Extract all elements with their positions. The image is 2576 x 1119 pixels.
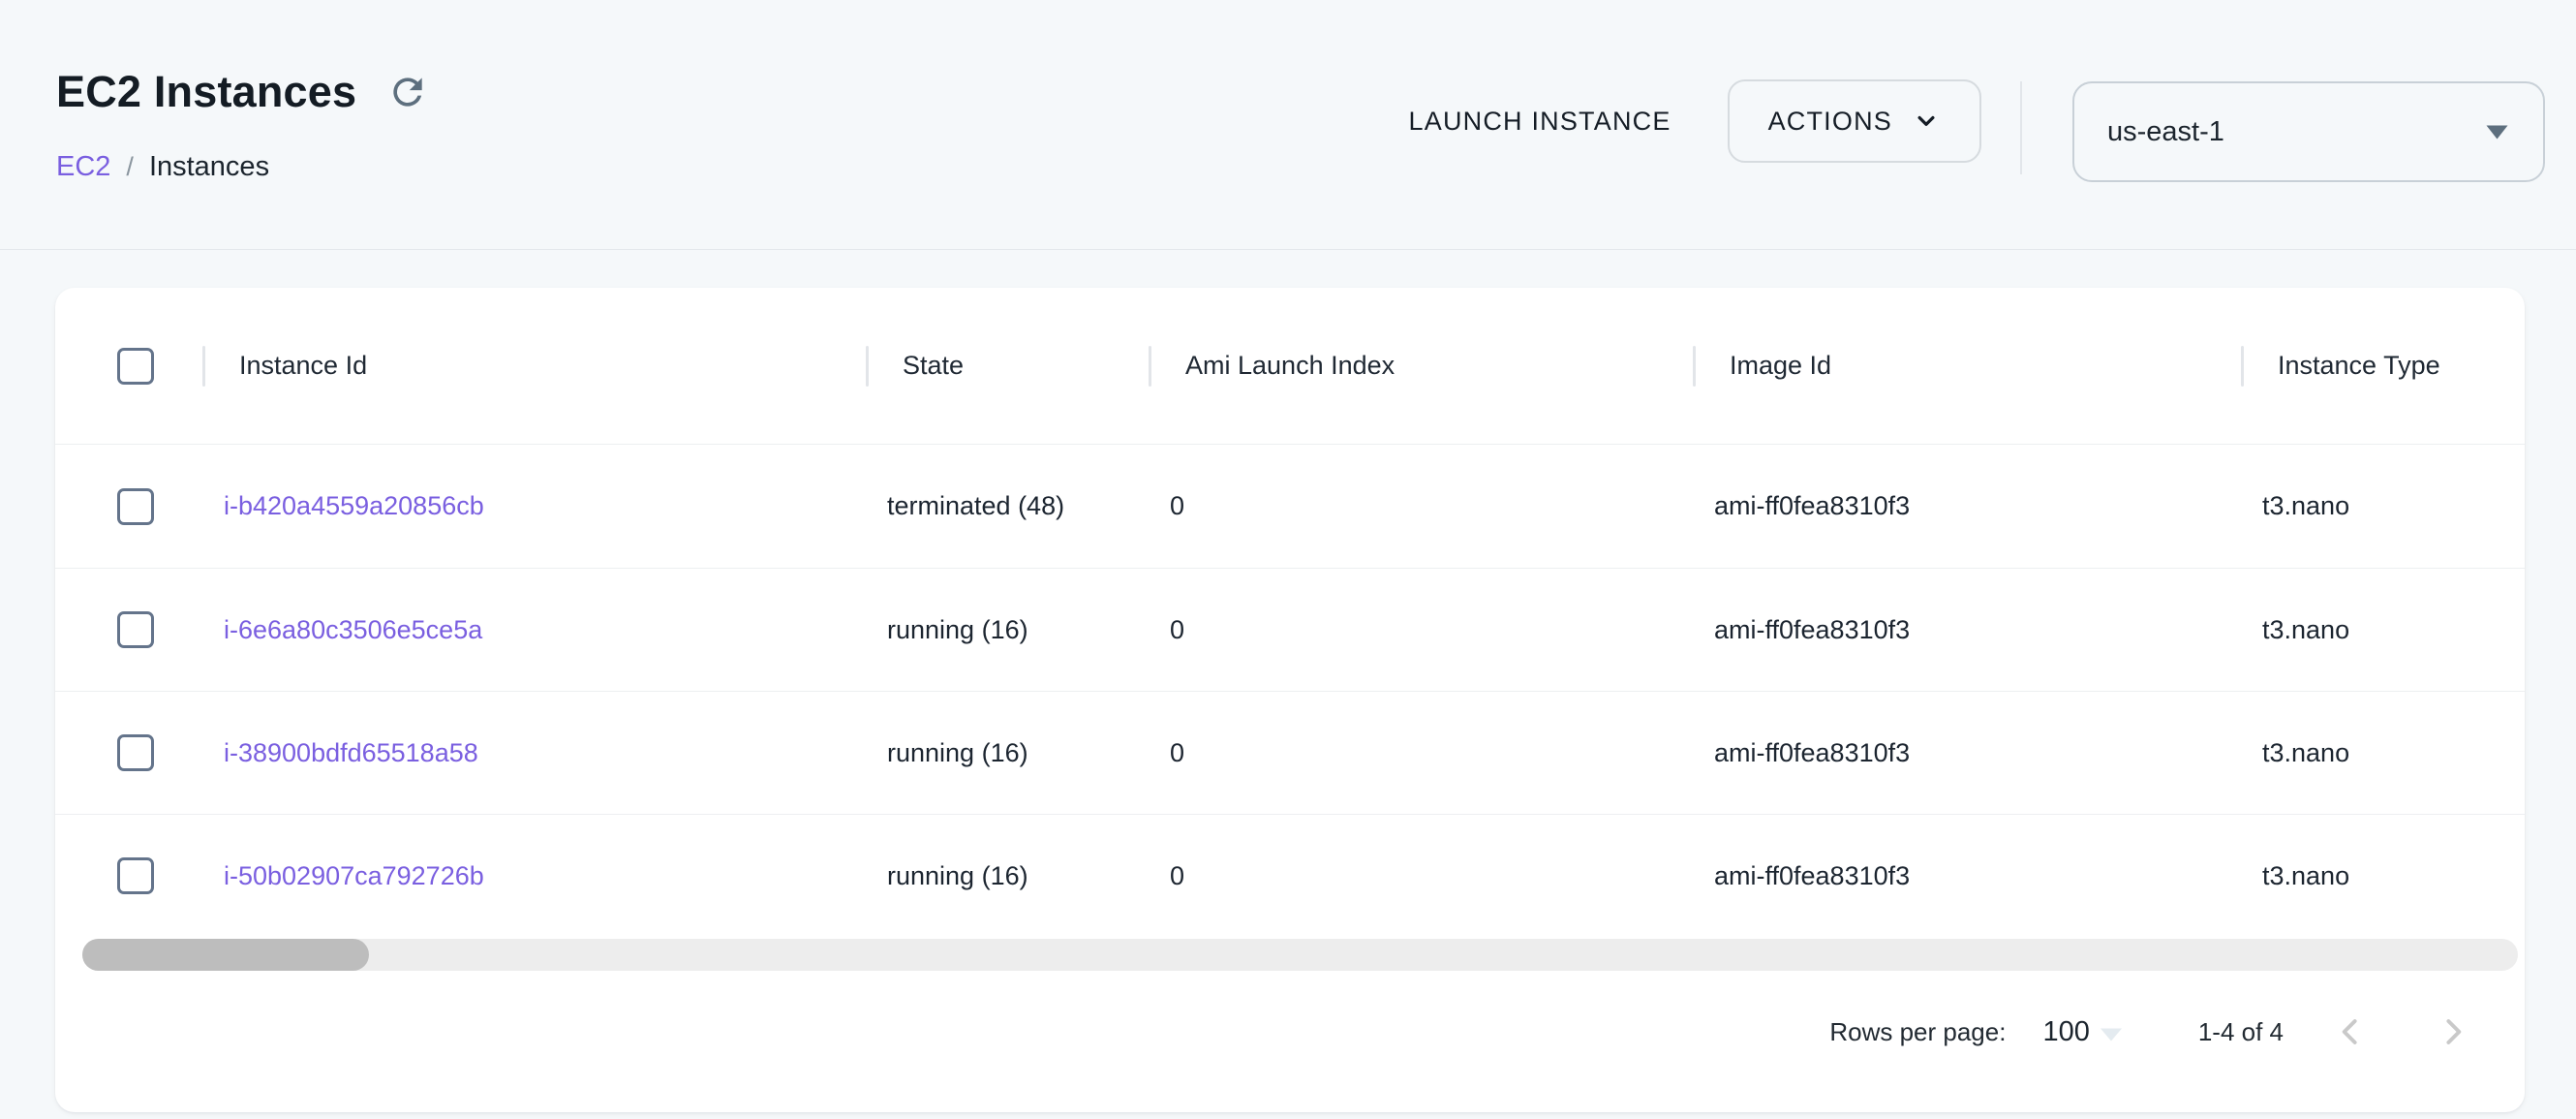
cell-state: terminated (48) (866, 445, 1149, 568)
launch-instance-button[interactable]: LAUNCH INSTANCE (1401, 79, 1679, 163)
region-select[interactable]: us-east-1 (2072, 81, 2545, 182)
table-row: i-6e6a80c3506e5ce5a running (16) 0 ami-f… (55, 568, 2525, 691)
row-select-cell (55, 857, 202, 894)
column-header-label: Instance Type (2278, 351, 2440, 381)
column-header-label: Instance Id (239, 351, 367, 381)
cell-state: running (16) (866, 569, 1149, 691)
column-header-label: Ami Launch Index (1185, 351, 1395, 381)
cell-instance-id: i-38900bdfd65518a58 (202, 692, 866, 814)
table-row: i-b420a4559a20856cb terminated (48) 0 am… (55, 445, 2525, 568)
column-separator[interactable] (202, 346, 205, 387)
column-separator[interactable] (1149, 346, 1151, 387)
column-header-instance-type[interactable]: Instance Type (2241, 288, 2525, 444)
triangle-down-icon (2486, 125, 2508, 140)
actions-button[interactable]: ACTIONS (1728, 79, 1981, 163)
column-header-ami-launch-index[interactable]: Ami Launch Index (1149, 288, 1693, 444)
instance-id-link[interactable]: i-50b02907ca792726b (224, 861, 484, 891)
select-all-cell (55, 348, 202, 385)
rows-per-page-label: Rows per page: (1829, 1017, 2006, 1047)
refresh-icon (386, 71, 429, 113)
cell-instance-id: i-50b02907ca792726b (202, 815, 866, 937)
row-select-cell (55, 734, 202, 771)
header-title-block: EC2 Instances EC2 / Instances (56, 0, 432, 249)
column-header-image-id[interactable]: Image Id (1693, 288, 2241, 444)
row-checkbox[interactable] (117, 734, 154, 771)
triangle-down-icon (2100, 1028, 2123, 1041)
instance-id-link[interactable]: i-38900bdfd65518a58 (224, 738, 478, 768)
select-all-checkbox[interactable] (117, 348, 154, 385)
column-separator[interactable] (2241, 346, 2244, 387)
table-pagination: Rows per page: 100 1-4 of 4 (55, 971, 2525, 1112)
cell-instance-type: t3.nano (2241, 692, 2525, 814)
pagination-range-label: 1-4 of 4 (2198, 1017, 2284, 1047)
ec2-instances-page: EC2 Instances EC2 / Instances LAUNCH INS… (0, 0, 2576, 1119)
table-row: i-50b02907ca792726b running (16) 0 ami-f… (55, 814, 2525, 937)
instance-id-link[interactable]: i-6e6a80c3506e5ce5a (224, 615, 482, 645)
rows-per-page-value: 100 (2042, 1016, 2089, 1048)
cell-instance-type: t3.nano (2241, 445, 2525, 568)
page-title: EC2 Instances (56, 69, 356, 114)
row-checkbox[interactable] (117, 611, 154, 648)
cell-instance-type: t3.nano (2241, 815, 2525, 937)
column-header-instance-id[interactable]: Instance Id (202, 288, 866, 444)
cell-instance-id: i-6e6a80c3506e5ce5a (202, 569, 866, 691)
column-header-state[interactable]: State (866, 288, 1149, 444)
column-header-label: Image Id (1730, 351, 1831, 381)
cell-ami-launch-index: 0 (1149, 692, 1693, 814)
cell-image-id: ami-ff0fea8310f3 (1693, 445, 2241, 568)
cell-state: running (16) (866, 815, 1149, 937)
column-separator[interactable] (866, 346, 869, 387)
breadcrumb: EC2 / Instances (56, 151, 432, 183)
page-header: EC2 Instances EC2 / Instances LAUNCH INS… (0, 0, 2576, 250)
cell-image-id: ami-ff0fea8310f3 (1693, 815, 2241, 937)
cell-state: running (16) (866, 692, 1149, 814)
cell-ami-launch-index: 0 (1149, 815, 1693, 937)
column-header-label: State (903, 351, 964, 381)
row-select-cell (55, 611, 202, 648)
instances-table-card: Instance Id State Ami Launch Index Image… (55, 288, 2525, 1112)
breadcrumb-ec2-link[interactable]: EC2 (56, 151, 110, 183)
table-row: i-38900bdfd65518a58 running (16) 0 ami-f… (55, 691, 2525, 814)
header-toolbar: LAUNCH INSTANCE ACTIONS us-east-1 (1401, 0, 2545, 249)
refresh-button[interactable] (383, 68, 432, 116)
chevron-down-icon (1912, 107, 1941, 136)
previous-page-button[interactable] (2324, 1006, 2377, 1058)
next-page-button[interactable] (2427, 1006, 2479, 1058)
toolbar-divider (2020, 81, 2022, 174)
column-separator[interactable] (1693, 346, 1696, 387)
row-select-cell (55, 488, 202, 525)
breadcrumb-separator: / (126, 152, 134, 182)
instance-id-link[interactable]: i-b420a4559a20856cb (224, 491, 484, 521)
cell-image-id: ami-ff0fea8310f3 (1693, 692, 2241, 814)
row-checkbox[interactable] (117, 857, 154, 894)
rows-per-page-select[interactable]: 100 (2042, 1016, 2122, 1048)
row-checkbox[interactable] (117, 488, 154, 525)
horizontal-scrollbar-track[interactable] (82, 939, 2518, 971)
actions-button-label: ACTIONS (1768, 107, 1892, 137)
chevron-right-icon (2434, 1012, 2472, 1051)
cell-instance-id: i-b420a4559a20856cb (202, 445, 866, 568)
breadcrumb-current: Instances (149, 151, 269, 183)
horizontal-scrollbar-thumb[interactable] (82, 939, 369, 971)
cell-ami-launch-index: 0 (1149, 445, 1693, 568)
cell-instance-type: t3.nano (2241, 569, 2525, 691)
cell-image-id: ami-ff0fea8310f3 (1693, 569, 2241, 691)
chevron-left-icon (2331, 1012, 2370, 1051)
table-header-row: Instance Id State Ami Launch Index Image… (55, 288, 2525, 445)
region-select-value: us-east-1 (2107, 116, 2486, 148)
cell-ami-launch-index: 0 (1149, 569, 1693, 691)
